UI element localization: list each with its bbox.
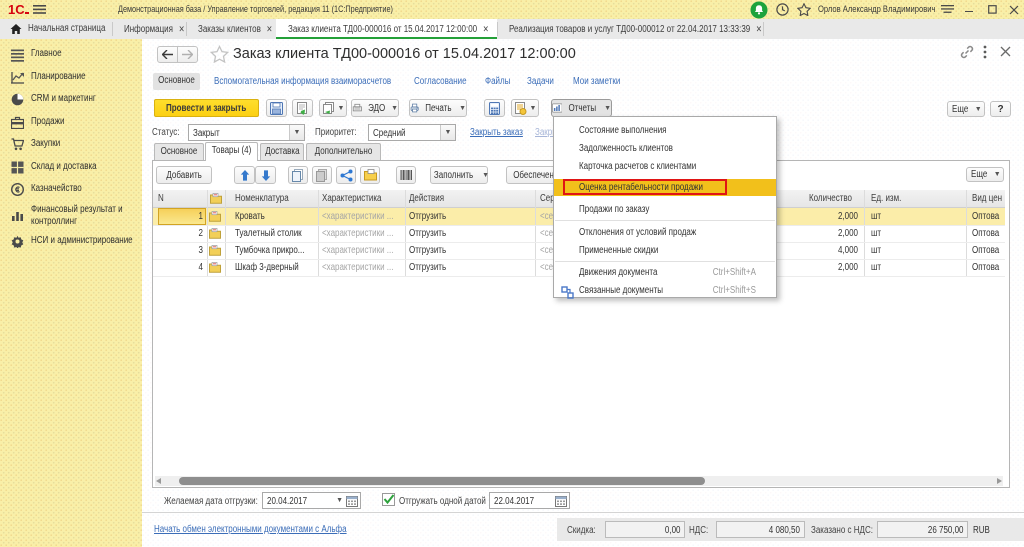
svg-text:1С: 1С — [8, 3, 25, 16]
